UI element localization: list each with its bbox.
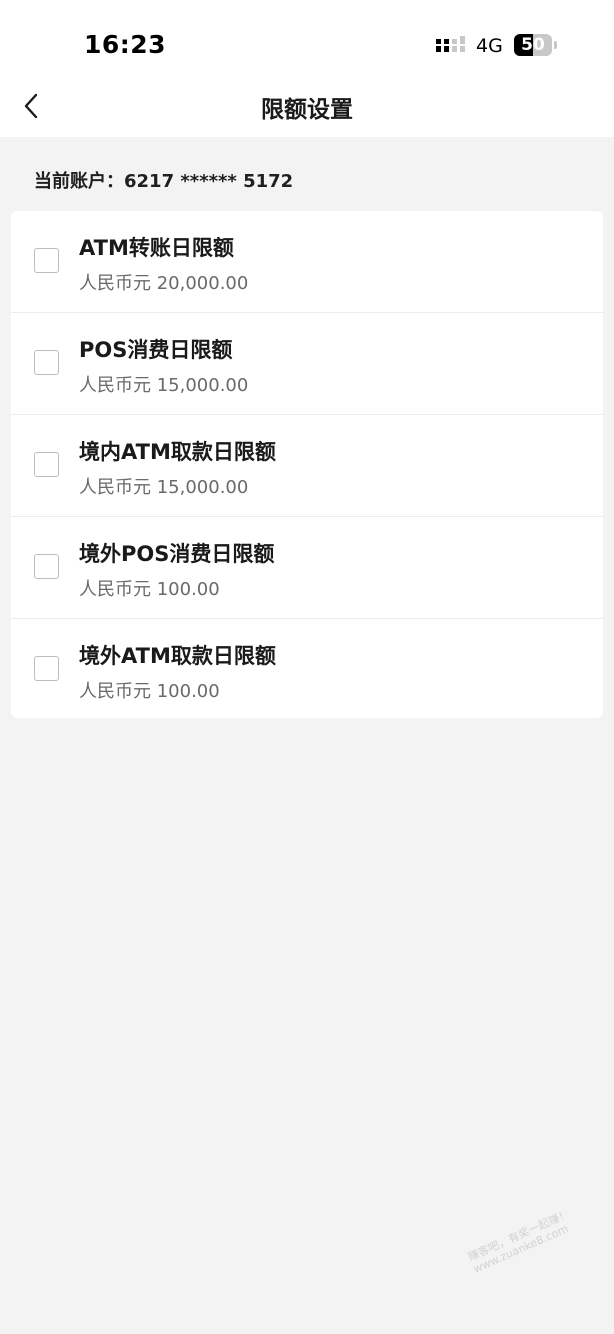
current-account-label: 当前账户：6217 ****** 5172 bbox=[34, 171, 294, 192]
limit-amount: 人民币元 100.00 bbox=[79, 681, 220, 702]
limit-checkbox[interactable] bbox=[34, 554, 59, 579]
limit-item-atm-transfer[interactable]: ATM转账日限额 人民币元 20,000.00 bbox=[11, 211, 603, 313]
battery-level-text: 50 bbox=[521, 35, 545, 55]
cellular-signal-icon bbox=[436, 36, 465, 52]
limit-amount: 人民币元 15,000.00 bbox=[79, 375, 249, 396]
limit-amount: 人民币元 15,000.00 bbox=[79, 477, 249, 498]
limit-item-domestic-atm-withdrawal[interactable]: 境内ATM取款日限额 人民币元 15,000.00 bbox=[11, 415, 603, 517]
navigation-bar: 限额设置 bbox=[0, 76, 614, 137]
battery-icon: 50 bbox=[514, 34, 558, 56]
limit-checkbox[interactable] bbox=[34, 656, 59, 681]
watermark: 赚客吧，有奖一起赚！ www.zuanke8.com bbox=[466, 1207, 577, 1275]
limit-name: POS消费日限额 bbox=[79, 338, 233, 362]
limit-name: ATM转账日限额 bbox=[79, 236, 234, 260]
limit-item-overseas-atm-withdrawal[interactable]: 境外ATM取款日限额 人民币元 100.00 bbox=[11, 619, 603, 718]
limit-item-overseas-pos-consume[interactable]: 境外POS消费日限额 人民币元 100.00 bbox=[11, 517, 603, 619]
limit-checkbox[interactable] bbox=[34, 350, 59, 375]
limit-amount: 人民币元 20,000.00 bbox=[79, 273, 249, 294]
limit-name: 境外POS消费日限额 bbox=[79, 542, 275, 566]
limit-list: ATM转账日限额 人民币元 20,000.00 POS消费日限额 人民币元 15… bbox=[11, 211, 603, 718]
limit-checkbox[interactable] bbox=[34, 248, 59, 273]
limit-amount: 人民币元 100.00 bbox=[79, 579, 220, 600]
network-type-label: 4G bbox=[476, 35, 503, 57]
status-time: 16:23 bbox=[84, 30, 167, 59]
limit-item-pos-consume[interactable]: POS消费日限额 人民币元 15,000.00 bbox=[11, 313, 603, 415]
status-bar: 16:23 4G 50 bbox=[0, 0, 614, 76]
limit-name: 境外ATM取款日限额 bbox=[79, 644, 276, 668]
limit-checkbox[interactable] bbox=[34, 452, 59, 477]
limit-name: 境内ATM取款日限额 bbox=[79, 440, 276, 464]
page-title: 限额设置 bbox=[261, 97, 353, 123]
